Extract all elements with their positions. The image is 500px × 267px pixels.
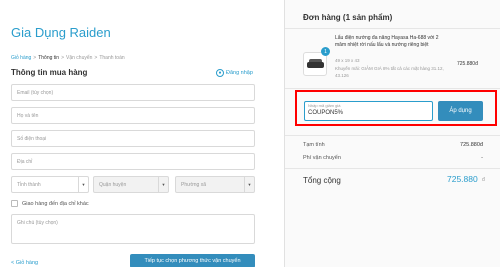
name-field[interactable]: Họ và tên — [11, 107, 255, 124]
shipping-row: Phí vận chuyển - — [303, 155, 483, 161]
order-summary-panel: Đơn hàng (1 sản phẩm) 1 Lẩu điện nướng đ… — [284, 0, 500, 267]
product-variant: 49 x 19 x 43 — [335, 58, 360, 63]
product-name: Lẩu điện nướng đa năng Hayasa Ha-688 với… — [335, 35, 439, 48]
phone-field[interactable]: Số điện thoại — [11, 130, 255, 147]
divider — [285, 168, 500, 169]
checkout-form-panel: Gia Dụng Raiden Giỏ hàng > Thông tin > Vận c… — [0, 0, 284, 267]
breadcrumb-shipping: Vận chuyển — [66, 55, 93, 61]
discount-code-label: Nhập mã giảm giá — [308, 103, 341, 108]
divider — [285, 28, 500, 29]
total-value: 725.880 — [447, 174, 478, 184]
product-promo: Khuyến mãi: GIẢM GIÁ 8% tất cả các mặt h… — [335, 66, 444, 78]
ward-select[interactable]: Phường xã ▼ — [175, 176, 255, 193]
district-select-label: Quận huyện — [99, 182, 127, 188]
breadcrumb-cart[interactable]: Giỏ hàng — [11, 55, 31, 61]
email-field[interactable]: Email (tùy chọn) — [11, 84, 255, 101]
breadcrumb-payment: Thanh toán — [99, 55, 125, 61]
breadcrumb: Giỏ hàng > Thông tin > Vận chuyển > Thanh toán — [11, 55, 125, 61]
divider — [285, 135, 500, 136]
login-label: Đăng nhập — [226, 70, 253, 76]
subtotal-row: Tạm tính 725.880đ — [303, 142, 483, 148]
user-icon: ● — [216, 69, 224, 77]
breadcrumb-separator: > — [33, 55, 37, 61]
chevron-down-icon: ▼ — [78, 177, 88, 192]
district-select[interactable]: Quận huyện ▼ — [93, 176, 169, 193]
shipping-label: Phí vận chuyển — [303, 155, 341, 161]
continue-button[interactable]: Tiếp tục chọn phương thức vận chuyển — [130, 254, 255, 267]
other-address-label: Giao hàng đến địa chỉ khác — [22, 200, 89, 207]
store-title[interactable]: Gia Dụng Raiden — [11, 25, 111, 40]
note-field[interactable]: Ghi chú (tùy chọn) — [11, 214, 255, 244]
subtotal-value: 725.880đ — [460, 142, 483, 148]
login-link[interactable]: ● Đăng nhập — [216, 69, 253, 77]
total-label: Tổng cộng — [303, 176, 341, 185]
ward-select-label: Phường xã — [181, 182, 206, 188]
product-price: 725.880đ — [457, 61, 478, 67]
apply-discount-button[interactable]: Áp dụng — [438, 101, 483, 121]
other-address-option[interactable]: Giao hàng đến địa chỉ khác — [11, 200, 89, 207]
chevron-down-icon: ▼ — [244, 177, 254, 192]
grill-image-part — [307, 62, 324, 68]
shipping-value: - — [481, 155, 483, 161]
province-select-label: Tỉnh thành — [17, 182, 41, 188]
quantity-badge: 1 — [321, 47, 330, 56]
section-title: Thông tin mua hàng — [11, 68, 88, 77]
discount-code-value[interactable]: COUPON5% — [308, 110, 343, 116]
subtotal-label: Tạm tính — [303, 142, 325, 148]
breadcrumb-separator: > — [61, 55, 64, 61]
province-select[interactable]: Tỉnh thành ▼ — [11, 176, 89, 193]
total-currency: đ — [482, 177, 485, 183]
breadcrumb-info: Thông tin — [38, 55, 60, 61]
breadcrumb-separator: > — [94, 55, 98, 61]
other-address-checkbox[interactable] — [11, 200, 18, 207]
order-title: Đơn hàng (1 sản phẩm) — [303, 13, 393, 22]
divider — [285, 88, 500, 89]
address-field[interactable]: Địa chỉ — [11, 153, 255, 170]
back-to-cart-link[interactable]: < Giỏ hàng — [11, 260, 38, 266]
chevron-down-icon: ▼ — [158, 177, 168, 192]
